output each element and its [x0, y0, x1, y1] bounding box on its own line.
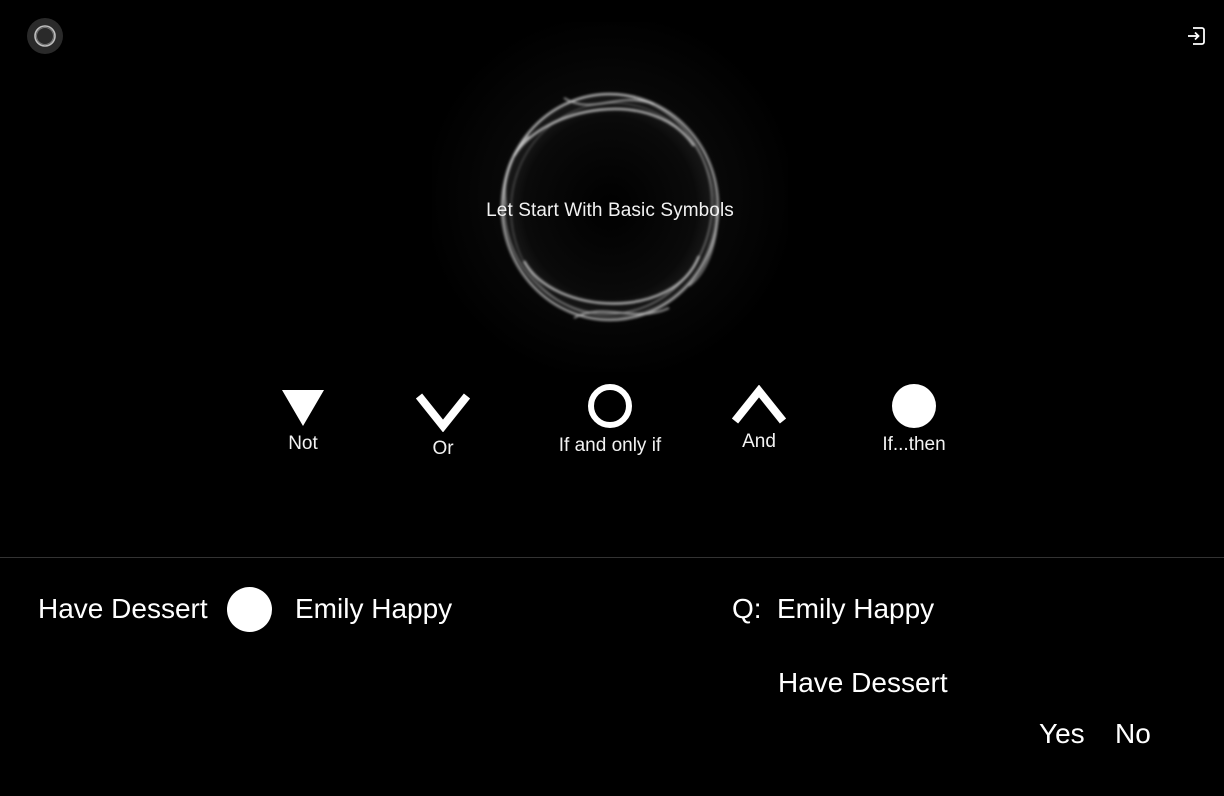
symbol-and-label: And — [742, 431, 776, 452]
chevron-down-icon — [416, 393, 470, 432]
symbol-or-label: Or — [432, 438, 454, 459]
question-line-1: Emily Happy — [777, 593, 935, 624]
triangle-down-icon — [282, 390, 324, 426]
chevron-up-icon — [732, 385, 786, 424]
app-root: Let Start With Basic Symbols Not Or If a… — [0, 0, 1224, 796]
symbol-if-then[interactable]: If...then — [872, 384, 956, 456]
symbol-iff[interactable]: If and only if — [545, 383, 675, 457]
exit-button[interactable] — [1185, 25, 1207, 47]
symbol-if-then-label: If...then — [882, 434, 946, 455]
ring-icon — [588, 384, 632, 428]
expression-right: Emily Happy — [295, 593, 453, 624]
symbol-and[interactable]: And — [724, 385, 794, 453]
question-line-2: Have Dessert — [778, 667, 948, 698]
filled-circle-icon — [227, 587, 272, 632]
exit-icon — [1188, 27, 1205, 45]
symbol-iff-label: If and only if — [558, 435, 662, 456]
section-divider — [0, 557, 1224, 558]
hero-title: Let Start With Basic Symbols — [486, 200, 734, 221]
no-button[interactable]: No — [1115, 718, 1151, 750]
symbol-or[interactable]: Or — [408, 392, 478, 460]
expression-left: Have Dessert — [38, 593, 208, 624]
orb-avatar-button[interactable] — [27, 18, 63, 54]
yes-button[interactable]: Yes — [1039, 718, 1085, 750]
symbol-not-label: Not — [288, 433, 318, 454]
symbol-not[interactable]: Not — [268, 389, 338, 455]
question-prefix: Q: — [732, 593, 762, 624]
orb-avatar-icon — [34, 25, 56, 47]
filled-circle-icon — [892, 384, 936, 428]
